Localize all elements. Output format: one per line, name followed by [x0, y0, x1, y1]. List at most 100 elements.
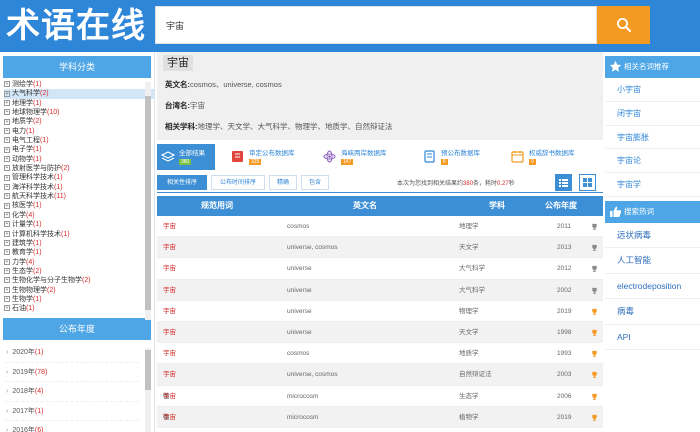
expand-icon[interactable]: + — [4, 211, 10, 218]
table-row[interactable]: 宇宙 universe 大气科学 2012 — [157, 258, 603, 280]
related-term-link[interactable]: 宇宙学 — [605, 173, 700, 197]
category-item[interactable]: + 大气科学(2) — [4, 89, 154, 99]
year-scroll-thumb[interactable] — [145, 350, 151, 390]
expand-icon[interactable]: + — [4, 90, 10, 97]
expand-icon[interactable]: + — [4, 146, 10, 153]
category-item[interactable]: + 化学(4) — [4, 211, 154, 220]
match-exact-button[interactable]: 精确 — [269, 175, 297, 190]
category-item[interactable]: + 地质学(2) — [4, 117, 154, 126]
table-row[interactable]: 宇宙 universe 物理学 2019 — [157, 301, 603, 322]
table-row[interactable]: 宇宙 universe 天文学 1998 — [157, 321, 603, 344]
grid-view-button[interactable] — [579, 174, 596, 191]
expand-icon[interactable]: + — [4, 155, 10, 162]
expand-icon[interactable]: + — [4, 268, 10, 275]
expand-icon[interactable]: + — [4, 296, 10, 303]
expand-icon[interactable]: + — [4, 258, 10, 265]
expand-icon[interactable]: + — [4, 240, 10, 246]
expand-icon[interactable]: + — [4, 230, 10, 237]
expand-icon[interactable]: + — [4, 81, 10, 88]
category-item[interactable]: + 电子学(1) — [4, 145, 154, 154]
hot-word-link[interactable]: 远状病毒 — [605, 223, 700, 249]
table-row[interactable]: 宇宙 cosmos 地质学 1993 — [157, 343, 603, 365]
sort-date-button[interactable]: 公布时间排序 — [211, 175, 265, 190]
category-item[interactable]: + 生物物理学(2) — [4, 286, 154, 295]
related-term-link[interactable]: 宇宙膨胀 — [605, 126, 700, 150]
expand-icon[interactable]: + — [4, 286, 10, 293]
category-scroll-thumb[interactable] — [145, 96, 151, 310]
category-item[interactable]: + 测绘学(1) — [4, 80, 154, 89]
expand-icon[interactable]: + — [4, 221, 10, 228]
expand-icon[interactable]: + — [4, 202, 10, 209]
tab-dictionary-db[interactable]: 权威辞书数据库 9 — [511, 144, 591, 170]
category-scrollbar[interactable] — [145, 82, 151, 320]
category-item[interactable]: + 动物学(1) — [4, 155, 154, 164]
expand-icon[interactable]: + — [4, 165, 10, 172]
hot-words-title: 搜索热词 — [624, 206, 654, 216]
category-item[interactable]: + 石油(1) — [4, 304, 154, 313]
expand-icon[interactable]: + — [4, 193, 10, 200]
match-contains-button[interactable]: 包含 — [301, 175, 329, 190]
year-item[interactable]: › 2019年(78) — [6, 363, 138, 382]
hot-word-link[interactable]: electrodeposition — [605, 274, 700, 300]
related-term-link[interactable]: 宇宙论 — [605, 149, 700, 174]
site-logo[interactable]: 术语在线 — [6, 4, 146, 48]
category-item[interactable]: + 教育学(1) — [4, 248, 154, 257]
year-item[interactable]: › 2017年(1) — [6, 402, 138, 421]
expand-icon[interactable]: + — [4, 118, 10, 125]
tab-cross-strait-db[interactable]: 海峡两岸数据库 147 — [323, 144, 403, 170]
table-row[interactable]: 微宇宙 microcosm 植物学 2019 — [157, 406, 603, 428]
category-item[interactable]: + 力学(4) — [4, 258, 154, 267]
year-item[interactable]: › 2016年(6) — [6, 421, 138, 432]
expand-icon[interactable]: + — [4, 183, 10, 190]
expand-icon[interactable]: + — [4, 249, 10, 256]
hot-word-link[interactable]: 人工智能 — [605, 248, 700, 274]
table-row[interactable]: 微宇宙 microcosm 生态学 2006 — [157, 386, 603, 407]
year-list: › 2020年(1) › 2019年(78) › 2018年(4) › 2017年(1) › 20… — [0, 340, 154, 432]
expand-icon[interactable]: + — [4, 99, 10, 106]
expand-icon[interactable]: + — [4, 109, 10, 116]
hot-word-link[interactable]: API — [605, 325, 700, 350]
related-term-link[interactable]: 小宇宙 — [605, 78, 700, 102]
category-item[interactable]: + 计算机科学技术(1) — [4, 230, 154, 239]
category-name: 动物学 — [12, 155, 33, 163]
expand-icon[interactable]: + — [4, 127, 10, 134]
expand-icon[interactable]: + — [4, 277, 10, 284]
list-view-button[interactable] — [555, 174, 572, 191]
sort-relevance-button[interactable]: 相关性排序 — [157, 175, 207, 190]
category-item[interactable]: + 地理学(1) — [4, 99, 154, 108]
category-item[interactable]: + 海洋科学技术(1) — [4, 183, 154, 192]
table-row[interactable]: 宇宙 universe, cosmos 自然辩证法 2003 — [157, 364, 603, 386]
category-item[interactable]: + 核医学(1) — [4, 201, 154, 210]
year-item[interactable]: › 2020年(1) — [6, 343, 138, 363]
expand-icon[interactable]: + — [4, 137, 10, 144]
year-item[interactable]: › 2018年(4) — [6, 382, 138, 402]
year-scrollbar[interactable] — [145, 348, 151, 432]
related-term-link[interactable]: 闭宇宙 — [605, 102, 700, 126]
tab-pre-release-db-badge: 8 — [441, 159, 448, 165]
category-count: (1) — [26, 127, 35, 135]
category-item[interactable]: + 放射医学与防护(2) — [4, 164, 154, 173]
category-item[interactable]: + 电力(1) — [4, 127, 154, 136]
tab-all-results[interactable]: 全部结果 380 — [157, 144, 215, 170]
table-row[interactable]: 宇宙 universe, cosmos 天文学 2013 — [157, 237, 603, 259]
category-item[interactable]: + 地球物理学(10) — [4, 108, 154, 117]
category-item[interactable]: + 生物学(1) — [4, 295, 154, 304]
tab-pre-release-db[interactable]: 预公布数据库 8 — [423, 144, 493, 170]
tab-approved-db[interactable]: 审定公布数据库 325 — [231, 144, 309, 170]
category-item[interactable]: + 建筑学(1) — [4, 239, 154, 248]
category-item[interactable]: + 航天科学技术(11) — [4, 192, 154, 201]
category-item[interactable]: + 电气工程(1) — [4, 136, 154, 145]
search-input[interactable] — [166, 7, 586, 43]
category-item[interactable]: + 管理科学技术(1) — [4, 173, 154, 182]
category-item[interactable]: + 生态学(2) — [4, 267, 154, 276]
table-row[interactable]: 宇宙 cosmos 地理学 2011 — [157, 216, 603, 238]
table-row[interactable]: 宇宙 universe 大气科学 2002 — [157, 279, 603, 301]
hot-word-link[interactable]: 病毒 — [605, 299, 700, 325]
category-item[interactable]: + 计量学(1) — [4, 220, 154, 229]
search-button[interactable] — [597, 6, 650, 44]
expand-icon[interactable]: + — [4, 174, 10, 181]
expand-icon[interactable]: + — [4, 305, 10, 312]
col-english-name: 英文名 — [353, 201, 377, 210]
chevron-right-icon: › — [6, 368, 9, 376]
category-item[interactable]: + 生物化学与分子生物学(2) — [4, 276, 154, 285]
